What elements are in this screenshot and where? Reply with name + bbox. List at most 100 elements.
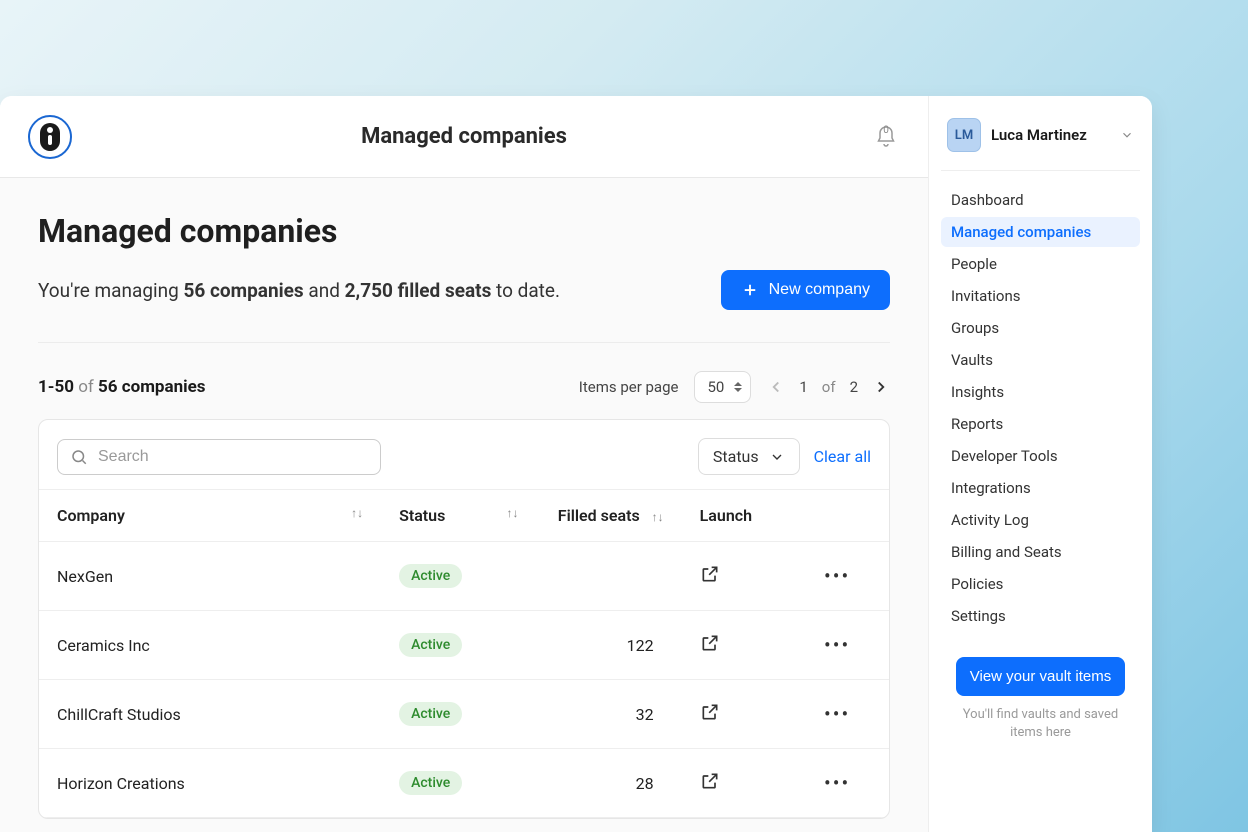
- items-per-page-value: 50: [707, 378, 724, 396]
- col-status-label: Status: [399, 506, 445, 525]
- table-toolbar: Status Clear all: [39, 420, 889, 489]
- page-of: of: [822, 378, 836, 396]
- nav-list: DashboardManaged companiesPeopleInvitati…: [941, 185, 1140, 631]
- app-window: Managed companies 0 Managed companies Yo…: [0, 96, 1152, 832]
- cell-status: Active: [381, 611, 536, 680]
- new-company-label: New company: [769, 281, 870, 299]
- user-menu[interactable]: LM Luca Martinez: [941, 114, 1140, 171]
- col-status-header[interactable]: Status ↑↓: [381, 490, 536, 542]
- cell-actions: •••: [806, 542, 889, 611]
- cell-status: Active: [381, 680, 536, 749]
- status-badge: Active: [399, 702, 462, 726]
- search-input[interactable]: [98, 448, 368, 466]
- table-row: ChillCraft StudiosActive32•••: [39, 680, 889, 749]
- companies-table: Company ↑↓ Status ↑↓ Filled seats ↑↓: [39, 489, 889, 818]
- plus-icon: [741, 281, 759, 299]
- nav-item-managed-companies[interactable]: Managed companies: [941, 217, 1140, 247]
- table-row: Ceramics Inc Active 122 •••: [39, 611, 889, 680]
- avatar: LM: [947, 118, 981, 152]
- status-badge: Active: [399, 771, 462, 795]
- sort-icon: ↑↓: [351, 506, 363, 520]
- range-of: of: [78, 377, 94, 397]
- chevron-down-icon: [769, 449, 785, 465]
- external-link-icon: [700, 702, 720, 722]
- pagination-row: 1-50 of 56 companies Items per page 50: [38, 371, 890, 403]
- launch-button[interactable]: [700, 702, 720, 722]
- cell-filled: [537, 542, 682, 611]
- vault-hint: You'll find vaults and saved items here: [941, 706, 1140, 742]
- cell-filled: 32: [537, 680, 682, 749]
- current-page: 1: [799, 378, 807, 396]
- summary-companies: 56 companies: [183, 279, 303, 302]
- nav-item-integrations[interactable]: Integrations: [941, 473, 1140, 503]
- nav-item-people[interactable]: People: [941, 249, 1140, 279]
- summary-seats: 2,750 filled seats: [345, 279, 492, 302]
- row-actions-button[interactable]: •••: [824, 771, 850, 795]
- row-actions-button[interactable]: •••: [824, 564, 850, 588]
- cell-filled: 122: [537, 611, 682, 680]
- keyhole-icon: [40, 123, 60, 151]
- col-filled-label: Filled seats: [558, 506, 640, 525]
- chevron-right-icon: [872, 378, 890, 396]
- col-actions-header: [806, 490, 889, 542]
- cell-launch: [682, 680, 806, 749]
- col-filled-header[interactable]: Filled seats ↑↓: [537, 490, 682, 542]
- summary-mid: and: [304, 279, 345, 302]
- nav-item-policies[interactable]: Policies: [941, 569, 1140, 599]
- col-company-label: Company: [57, 506, 125, 525]
- total-pages: 2: [850, 378, 858, 396]
- external-link-icon: [700, 771, 720, 791]
- nav-item-settings[interactable]: Settings: [941, 601, 1140, 631]
- new-company-button[interactable]: New company: [721, 270, 890, 310]
- nav-item-invitations[interactable]: Invitations: [941, 281, 1140, 311]
- range-total: 56 companies: [98, 377, 206, 397]
- topbar: Managed companies 0: [0, 96, 928, 178]
- row-actions-button[interactable]: •••: [824, 702, 850, 726]
- col-company-header[interactable]: Company ↑↓: [39, 490, 381, 542]
- view-vault-button[interactable]: View your vault items: [956, 657, 1125, 696]
- row-actions-button[interactable]: •••: [824, 633, 850, 657]
- nav-item-reports[interactable]: Reports: [941, 409, 1140, 439]
- nav-item-developer-tools[interactable]: Developer Tools: [941, 441, 1140, 471]
- launch-button[interactable]: [700, 771, 720, 791]
- main-area: Managed companies 0 Managed companies Yo…: [0, 96, 928, 832]
- notifications-button[interactable]: 0: [872, 123, 900, 151]
- nav-item-billing-and-seats[interactable]: Billing and Seats: [941, 537, 1140, 567]
- clear-filters-link[interactable]: Clear all: [814, 447, 871, 466]
- status-badge: Active: [399, 633, 462, 657]
- chevron-down-icon: [1120, 128, 1134, 142]
- page-title: Managed companies: [38, 212, 890, 250]
- cell-actions: •••: [806, 611, 889, 680]
- cell-filled: 28: [537, 749, 682, 818]
- nav-item-activity-log[interactable]: Activity Log: [941, 505, 1140, 535]
- cell-status: Active: [381, 542, 536, 611]
- next-page-button[interactable]: [872, 378, 890, 396]
- cell-status: Active: [381, 749, 536, 818]
- nav-item-groups[interactable]: Groups: [941, 313, 1140, 343]
- user-name: Luca Martinez: [991, 126, 1110, 144]
- cell-company: NexGen: [39, 542, 381, 611]
- pagination-controls: Items per page 50 1 of 2: [579, 371, 890, 403]
- launch-button[interactable]: [700, 564, 720, 584]
- external-link-icon: [700, 564, 720, 584]
- launch-button[interactable]: [700, 633, 720, 653]
- items-per-page-select[interactable]: 50: [694, 371, 751, 403]
- cell-company: Ceramics Inc: [39, 611, 381, 680]
- summary-text: You're managing 56 companies and 2,750 f…: [38, 279, 560, 302]
- col-launch-header: Launch: [682, 490, 806, 542]
- app-logo[interactable]: [28, 115, 72, 159]
- sort-icon: ↑↓: [507, 506, 519, 520]
- sort-icon: ↑↓: [652, 510, 664, 524]
- nav-item-dashboard[interactable]: Dashboard: [941, 185, 1140, 215]
- external-link-icon: [700, 633, 720, 653]
- prev-page-button[interactable]: [767, 378, 785, 396]
- stepper-icon: [734, 382, 742, 392]
- table-row: Horizon CreationsActive28•••: [39, 749, 889, 818]
- companies-table-card: Status Clear all Company ↑↓ St: [38, 419, 890, 819]
- status-filter-button[interactable]: Status: [698, 438, 800, 475]
- nav-item-insights[interactable]: Insights: [941, 377, 1140, 407]
- summary-suffix: to date.: [491, 279, 560, 302]
- cell-launch: [682, 542, 806, 611]
- nav-item-vaults[interactable]: Vaults: [941, 345, 1140, 375]
- chevron-left-icon: [767, 378, 785, 396]
